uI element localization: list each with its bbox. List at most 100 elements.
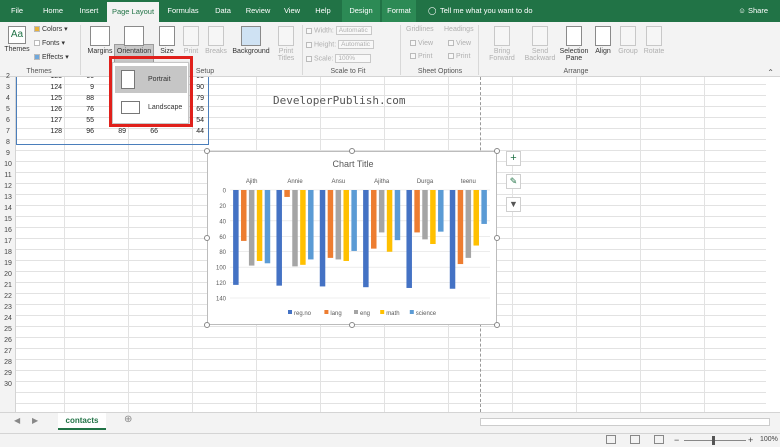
row-header[interactable]: 11	[0, 172, 16, 179]
height-control[interactable]: Height: Automatic	[306, 40, 375, 49]
gridlines-view-checkbox[interactable]: View	[410, 40, 433, 47]
tab-review[interactable]: Review	[240, 0, 276, 22]
row-header[interactable]: 14	[0, 205, 16, 212]
share-button[interactable]: ☺ Share	[738, 0, 768, 22]
row-header[interactable]: 18	[0, 249, 16, 256]
tab-formulas[interactable]: Formulas	[161, 0, 205, 22]
bring-forward-button[interactable]: Bring Forward	[484, 26, 520, 62]
row-header[interactable]: 12	[0, 183, 16, 190]
sheet-tab-bar: ◀ ▶ contacts ⊕	[0, 412, 780, 433]
resize-handle[interactable]	[494, 148, 500, 154]
scroll-left-icon[interactable]: ◀	[14, 416, 20, 425]
tab-file[interactable]: File	[4, 0, 30, 22]
tab-help[interactable]: Help	[308, 0, 338, 22]
scale-input[interactable]: 100%	[335, 54, 372, 63]
row-header[interactable]: 16	[0, 227, 16, 234]
bar	[449, 190, 456, 289]
rotate-button[interactable]: Rotate	[642, 26, 666, 55]
chart-filters-button[interactable]: ▼	[506, 197, 521, 212]
tell-me-box[interactable]: ◯ Tell me what you want to do	[428, 0, 533, 22]
zoom-out-icon[interactable]: −	[674, 435, 679, 445]
resize-handle[interactable]	[349, 322, 355, 328]
row-header[interactable]: 23	[0, 304, 16, 311]
resize-handle[interactable]	[204, 322, 210, 328]
fonts-button[interactable]: Fonts ▾	[34, 39, 65, 47]
tab-view[interactable]: View	[278, 0, 306, 22]
collapse-ribbon-icon[interactable]: ⌃	[767, 68, 774, 77]
tab-insert[interactable]: Insert	[72, 0, 106, 22]
effects-button[interactable]: Effects ▾	[34, 53, 69, 61]
headings-view-checkbox[interactable]: View	[448, 40, 471, 47]
row-header[interactable]: 26	[0, 337, 16, 344]
row-header[interactable]: 13	[0, 194, 16, 201]
row-header[interactable]: 4	[0, 95, 16, 102]
align-button[interactable]: Align	[592, 26, 614, 55]
resize-handle[interactable]	[494, 322, 500, 328]
page-break-view-icon[interactable]	[654, 435, 664, 444]
orientation-button[interactable]: Orientation	[114, 26, 154, 55]
row-header[interactable]: 2	[0, 73, 16, 80]
scale-control[interactable]: Scale: 100%	[306, 54, 372, 63]
resize-handle[interactable]	[204, 235, 210, 241]
width-control[interactable]: Width: Automatic	[306, 26, 372, 35]
row-header[interactable]: 20	[0, 271, 16, 278]
zoom-level[interactable]: 100%	[760, 436, 778, 443]
tab-format[interactable]: Format	[382, 0, 416, 22]
resize-handle[interactable]	[204, 148, 210, 154]
normal-view-icon[interactable]	[606, 435, 616, 444]
row-header[interactable]: 27	[0, 348, 16, 355]
group-button[interactable]: Group	[616, 26, 640, 55]
row-header[interactable]: 6	[0, 117, 16, 124]
row-header[interactable]: 7	[0, 128, 16, 135]
resize-handle[interactable]	[349, 148, 355, 154]
page-layout-view-icon[interactable]	[630, 435, 640, 444]
checkbox-icon	[448, 40, 454, 47]
tab-page-layout[interactable]: Page Layout	[107, 2, 159, 22]
zoom-slider[interactable]	[684, 440, 746, 441]
height-select[interactable]: Automatic	[338, 40, 375, 49]
resize-handle[interactable]	[494, 235, 500, 241]
print-area-button[interactable]: Print	[180, 26, 202, 55]
row-header[interactable]: 15	[0, 216, 16, 223]
colors-button[interactable]: Colors ▾	[34, 25, 68, 33]
row-header[interactable]: 19	[0, 260, 16, 267]
zoom-slider-thumb[interactable]	[712, 436, 715, 445]
zoom-in-icon[interactable]: +	[748, 435, 753, 445]
row-header[interactable]: 24	[0, 315, 16, 322]
row-header[interactable]: 25	[0, 326, 16, 333]
tab-design[interactable]: Design	[342, 0, 380, 22]
headings-print-checkbox[interactable]: Print	[448, 53, 470, 60]
width-select[interactable]: Automatic	[335, 26, 372, 35]
row-header[interactable]: 30	[0, 381, 16, 388]
sheet-tab-contacts[interactable]: contacts	[58, 413, 106, 430]
row-header[interactable]: 3	[0, 84, 16, 91]
new-sheet-icon[interactable]: ⊕	[124, 414, 132, 425]
size-button[interactable]: Size	[156, 26, 178, 55]
chart-elements-button[interactable]: +	[506, 151, 521, 166]
row-header[interactable]: 5	[0, 106, 16, 113]
row-header[interactable]: 28	[0, 359, 16, 366]
row-header[interactable]: 21	[0, 282, 16, 289]
chart-styles-button[interactable]: ✎	[506, 174, 521, 189]
horizontal-scrollbar[interactable]	[480, 418, 770, 426]
themes-button[interactable]: Aa Themes	[4, 26, 30, 53]
row-header[interactable]: 10	[0, 161, 16, 168]
gridlines-print-checkbox[interactable]: Print	[410, 53, 432, 60]
row-header[interactable]: 29	[0, 370, 16, 377]
scroll-right-icon[interactable]: ▶	[32, 416, 38, 425]
row-header[interactable]: 22	[0, 293, 16, 300]
tab-data[interactable]: Data	[208, 0, 238, 22]
row-header[interactable]: 9	[0, 150, 16, 157]
send-backward-button[interactable]: Send Backward	[520, 26, 560, 62]
breaks-button[interactable]: Breaks	[204, 26, 228, 55]
print-titles-button[interactable]: Print Titles	[274, 26, 298, 62]
row-header[interactable]: 8	[0, 139, 16, 146]
row-header[interactable]: 17	[0, 238, 16, 245]
selection-pane-button[interactable]: Selection Pane	[558, 26, 590, 62]
margins-button[interactable]: Margins	[86, 26, 114, 55]
chart-object[interactable]: Chart Title 0 20 40 60 80 100 120 140 Ajith Annie A…	[207, 151, 497, 325]
legend-label: reg.no	[294, 311, 312, 317]
send-backward-label: Send	[531, 48, 549, 55]
background-button[interactable]: Background	[230, 26, 272, 55]
tab-home[interactable]: Home	[36, 0, 70, 22]
